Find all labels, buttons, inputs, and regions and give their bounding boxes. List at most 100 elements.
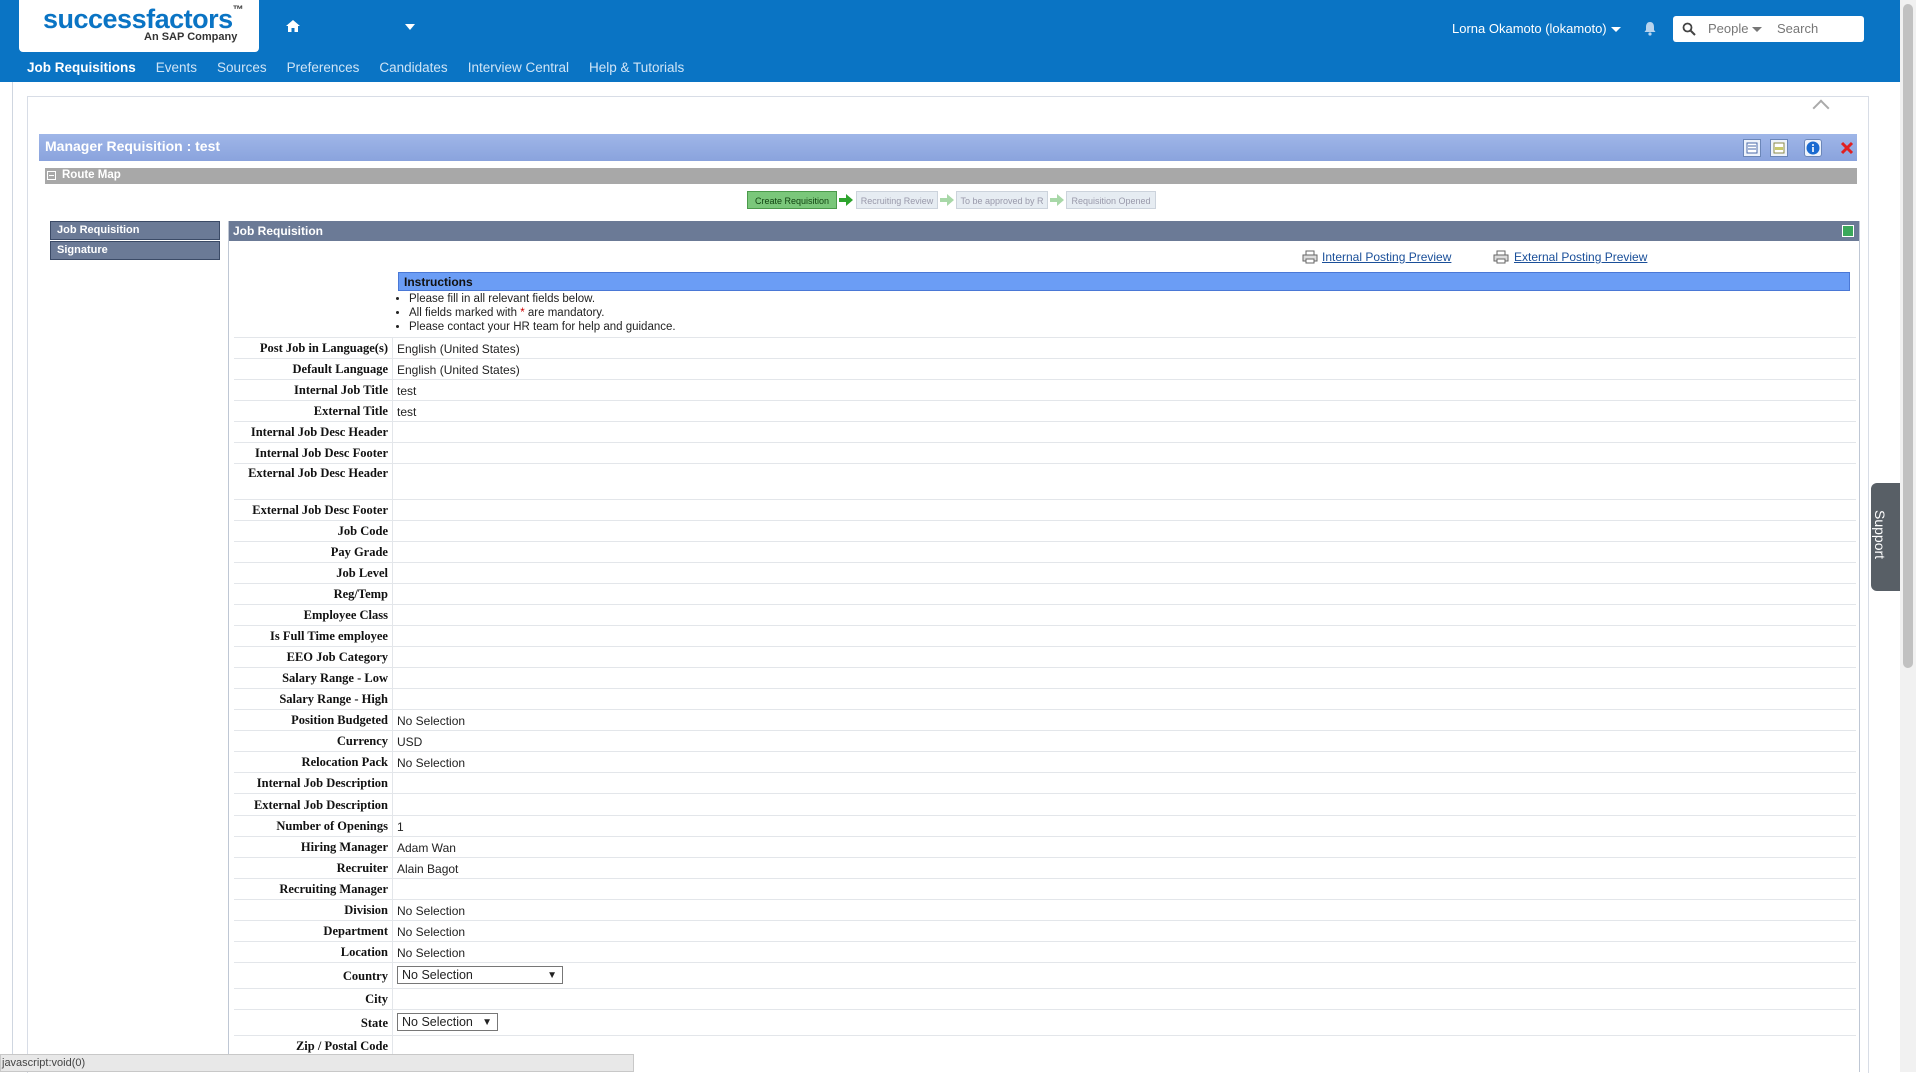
field-value-cell[interactable] bbox=[392, 794, 1856, 816]
field-label: Zip / Postal Code bbox=[295, 1039, 388, 1053]
field-value-cell[interactable] bbox=[392, 605, 1856, 626]
module-dropdown-icon[interactable] bbox=[405, 24, 415, 30]
field-value-cell[interactable]: Adam Wan bbox=[392, 837, 1856, 858]
field-value-cell[interactable]: English (United States) bbox=[392, 359, 1856, 380]
field-value-cell[interactable]: English (United States) bbox=[392, 338, 1856, 359]
route-map-bar[interactable]: Route Map bbox=[45, 168, 1857, 184]
field-value-cell[interactable] bbox=[392, 668, 1856, 689]
field-value: No Selection bbox=[397, 925, 466, 939]
field-value-cell[interactable] bbox=[392, 500, 1856, 521]
logo-tm: ™ bbox=[232, 4, 244, 16]
field-row: Relocation Pack No Selection bbox=[234, 751, 1856, 773]
nav-preferences[interactable]: Preferences bbox=[277, 58, 370, 80]
field-value-cell[interactable]: No Selection bbox=[392, 900, 1856, 921]
field-value-cell[interactable]: No Selection bbox=[392, 752, 1856, 773]
field-label: External Job Description bbox=[253, 798, 388, 812]
field-label: Position Budgeted bbox=[291, 713, 388, 727]
instruction-item: Please contact your HR team for help and… bbox=[409, 320, 676, 334]
nav-help-tutorials[interactable]: Help & Tutorials bbox=[579, 58, 694, 80]
main-nav: Job Requisitions Events Sources Preferen… bbox=[17, 58, 694, 80]
internal-posting-preview-link[interactable]: Internal Posting Preview bbox=[1322, 250, 1451, 264]
field-value-cell[interactable] bbox=[392, 647, 1856, 668]
instruction-text: All fields marked with bbox=[409, 307, 518, 319]
home-icon[interactable] bbox=[285, 18, 301, 34]
logo[interactable]: successfactors™ An SAP Company bbox=[19, 0, 259, 52]
list-view-icon[interactable] bbox=[1743, 139, 1761, 157]
instruction-item: Please fill in all relevant fields below… bbox=[409, 292, 676, 306]
nav-sources[interactable]: Sources bbox=[207, 58, 277, 80]
page-scrollbar[interactable] bbox=[1900, 0, 1916, 1072]
detail-view-icon[interactable] bbox=[1770, 139, 1788, 157]
field-row: Default Language English (United States) bbox=[234, 358, 1856, 380]
field-value: English (United States) bbox=[397, 363, 520, 377]
field-value-cell[interactable]: 1 bbox=[392, 816, 1856, 837]
printer-icon bbox=[1493, 250, 1509, 264]
logo-subtitle: An SAP Company bbox=[144, 31, 238, 43]
field-value-cell[interactable] bbox=[392, 584, 1856, 605]
field-value-cell[interactable]: No Selection bbox=[392, 942, 1856, 963]
instructions-list: Please fill in all relevant fields below… bbox=[396, 292, 676, 334]
nav-candidates[interactable]: Candidates bbox=[369, 58, 457, 80]
field-row: Number of Openings 1 bbox=[234, 815, 1856, 837]
field-row: Pay Grade bbox=[234, 541, 1856, 563]
top-header: successfactors™ An SAP Company Lorna Oka… bbox=[0, 0, 1900, 82]
field-value-cell[interactable]: No Selection bbox=[392, 921, 1856, 942]
support-label: Support bbox=[1872, 510, 1888, 560]
save-icon[interactable] bbox=[1842, 225, 1854, 237]
field-label: Job Code bbox=[337, 524, 388, 538]
field-label: Default Language bbox=[292, 362, 389, 376]
search-scope-caret-icon[interactable] bbox=[1752, 27, 1762, 32]
nav-events[interactable]: Events bbox=[146, 58, 207, 80]
field-value-cell[interactable] bbox=[392, 464, 1856, 500]
field-value-cell[interactable]: No Selection bbox=[392, 710, 1856, 731]
field-value-cell[interactable]: USD bbox=[392, 731, 1856, 752]
field-value-cell[interactable] bbox=[392, 879, 1856, 900]
bell-icon[interactable] bbox=[1643, 21, 1657, 36]
field-label: Number of Openings bbox=[276, 819, 388, 833]
select-value: No Selection bbox=[402, 1015, 473, 1029]
field-value-cell[interactable] bbox=[392, 989, 1856, 1010]
external-posting-preview-link[interactable]: External Posting Preview bbox=[1514, 250, 1647, 264]
nav-interview-central[interactable]: Interview Central bbox=[458, 58, 579, 80]
scrollbar-thumb[interactable] bbox=[1903, 4, 1913, 668]
field-value: Alain Bagot bbox=[397, 862, 459, 876]
field-label: External Job Desc Header bbox=[248, 466, 388, 480]
field-value-cell[interactable] bbox=[392, 443, 1856, 464]
field-value-cell[interactable] bbox=[392, 626, 1856, 647]
field-value-cell[interactable] bbox=[392, 521, 1856, 542]
state-select[interactable]: No Selection ▼ bbox=[397, 1013, 498, 1031]
field-row: Recruiter Alain Bagot bbox=[234, 857, 1856, 879]
field-value-cell[interactable]: test bbox=[392, 401, 1856, 422]
field-value-cell[interactable]: Alain Bagot bbox=[392, 858, 1856, 879]
user-menu-caret-icon[interactable] bbox=[1611, 27, 1621, 32]
route-map-label: Route Map bbox=[62, 169, 121, 181]
field-value-cell[interactable] bbox=[392, 773, 1856, 794]
field-label: Country bbox=[342, 969, 388, 983]
country-select[interactable]: No Selection ▼ bbox=[397, 966, 563, 984]
field-value-cell[interactable] bbox=[392, 689, 1856, 710]
field-value-cell[interactable] bbox=[392, 563, 1856, 584]
section-header: Job Requisition bbox=[229, 221, 1859, 241]
side-tab-signature[interactable]: Signature bbox=[50, 241, 220, 260]
field-label: State bbox=[360, 1016, 388, 1030]
support-tab[interactable]: Support bbox=[1871, 483, 1900, 591]
nav-job-requisitions[interactable]: Job Requisitions bbox=[17, 58, 146, 80]
search-input[interactable]: Search bbox=[1777, 21, 1818, 36]
printer-icon bbox=[1302, 250, 1318, 264]
close-icon[interactable] bbox=[1838, 139, 1856, 157]
search-box[interactable]: People Search bbox=[1673, 16, 1864, 42]
field-value-cell[interactable] bbox=[392, 542, 1856, 563]
field-value-cell[interactable] bbox=[392, 422, 1856, 443]
field-row: Division No Selection bbox=[234, 899, 1856, 921]
step-arrow-icon bbox=[940, 194, 954, 206]
field-row: Job Level bbox=[234, 562, 1856, 584]
info-icon[interactable] bbox=[1804, 139, 1822, 157]
field-value-cell[interactable]: test bbox=[392, 380, 1856, 401]
field-value: 1 bbox=[397, 820, 404, 834]
user-menu[interactable]: Lorna Okamoto (lokamoto) bbox=[1452, 21, 1607, 36]
field-row: Salary Range - High bbox=[234, 688, 1856, 710]
side-tab-job-requisition[interactable]: Job Requisition bbox=[50, 221, 220, 240]
route-map-toggle-icon[interactable] bbox=[47, 171, 56, 180]
search-scope[interactable]: People bbox=[1708, 21, 1748, 36]
field-row: Internal Job Description bbox=[234, 772, 1856, 794]
